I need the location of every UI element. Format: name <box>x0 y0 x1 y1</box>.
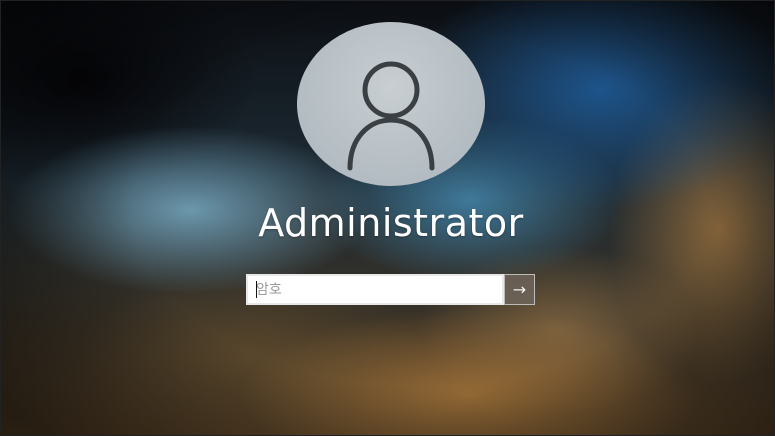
submit-button[interactable]: → <box>504 274 535 305</box>
text-caret <box>256 281 257 298</box>
user-silhouette-icon <box>347 61 435 171</box>
arrow-right-icon: → <box>512 280 527 299</box>
password-field-group: → <box>246 274 536 305</box>
user-name: Administrator <box>258 201 524 245</box>
lock-screen: Administrator → <box>0 0 775 436</box>
password-input[interactable] <box>246 274 504 305</box>
user-avatar <box>297 22 485 186</box>
